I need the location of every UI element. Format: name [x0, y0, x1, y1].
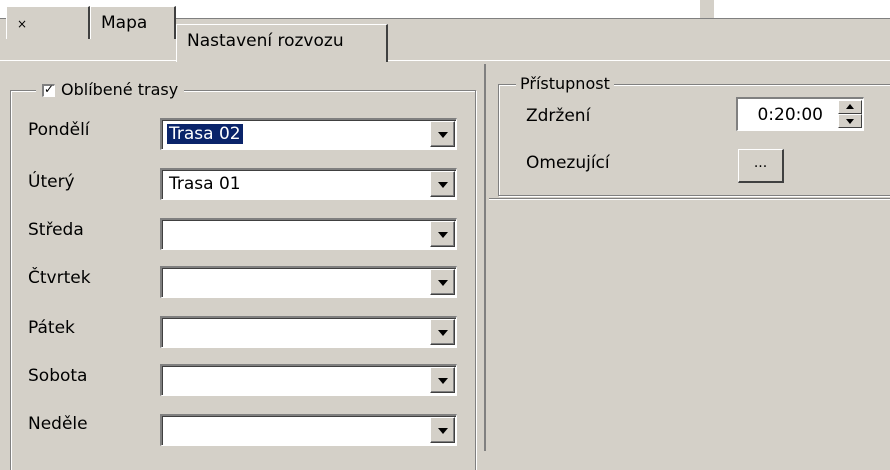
friday-route-select[interactable]: [160, 316, 457, 348]
sunday-route-select[interactable]: [160, 414, 457, 446]
dropdown-button[interactable]: [430, 417, 455, 443]
tuesday-route-select[interactable]: Trasa 01: [160, 168, 457, 200]
dropdown-button[interactable]: [430, 171, 455, 197]
day-label-sunday: Neděle: [28, 414, 88, 434]
spin-down-button[interactable]: [838, 114, 862, 128]
day-label-friday: Pátek: [28, 318, 75, 338]
toolbar-separator: [700, 0, 714, 18]
delay-label: Zdržení: [526, 106, 591, 126]
chevron-up-icon: [846, 104, 854, 109]
day-label-thursday: Čtvrtek: [28, 268, 91, 288]
combo-value: Trasa 02: [167, 124, 243, 144]
tab-label: Mapa: [101, 13, 148, 33]
monday-route-select[interactable]: Trasa 02: [160, 118, 457, 150]
delay-value[interactable]: 0:20:00: [757, 105, 823, 125]
tab-mapa[interactable]: Mapa: [90, 6, 176, 39]
accessibility-legend: Přístupnost: [516, 74, 614, 93]
chevron-down-icon: [438, 132, 448, 138]
restricting-label: Omezující: [526, 153, 610, 173]
dropdown-button[interactable]: [430, 269, 455, 295]
tab-nastaveni-rozvozu[interactable]: Nastavení rozvozu: [176, 24, 388, 62]
tab-label: Nastavení rozvozu: [187, 31, 344, 51]
delay-spinner[interactable]: 0:20:00: [736, 97, 864, 131]
saturday-route-select[interactable]: [160, 364, 457, 396]
chevron-down-icon: [438, 232, 448, 238]
dropdown-button[interactable]: [430, 367, 455, 393]
chevron-down-icon: [438, 330, 448, 336]
thursday-route-select[interactable]: [160, 266, 457, 298]
dropdown-button[interactable]: [430, 121, 455, 147]
day-label-monday: Pondělí: [28, 120, 90, 140]
day-label-wednesday: Středa: [28, 220, 84, 240]
restricting-browse-button[interactable]: ...: [738, 149, 784, 183]
right-panel-divider-highlight: [489, 199, 890, 200]
spin-up-button[interactable]: [838, 100, 862, 114]
dropdown-button[interactable]: [430, 221, 455, 247]
chevron-down-icon: [438, 280, 448, 286]
chevron-down-icon: [438, 428, 448, 434]
chevron-down-icon: [438, 378, 448, 384]
chevron-down-icon: [438, 182, 448, 188]
day-label-saturday: Sobota: [28, 366, 88, 386]
dropdown-button[interactable]: [430, 319, 455, 345]
combo-value: Trasa 01: [169, 174, 241, 194]
wednesday-route-select[interactable]: [160, 218, 457, 250]
day-label-tuesday: Úterý: [28, 172, 75, 192]
close-icon[interactable]: ×: [17, 17, 27, 31]
chevron-down-icon: [846, 119, 854, 124]
tab-close[interactable]: ×: [6, 6, 90, 39]
tab-divider: [0, 60, 890, 61]
